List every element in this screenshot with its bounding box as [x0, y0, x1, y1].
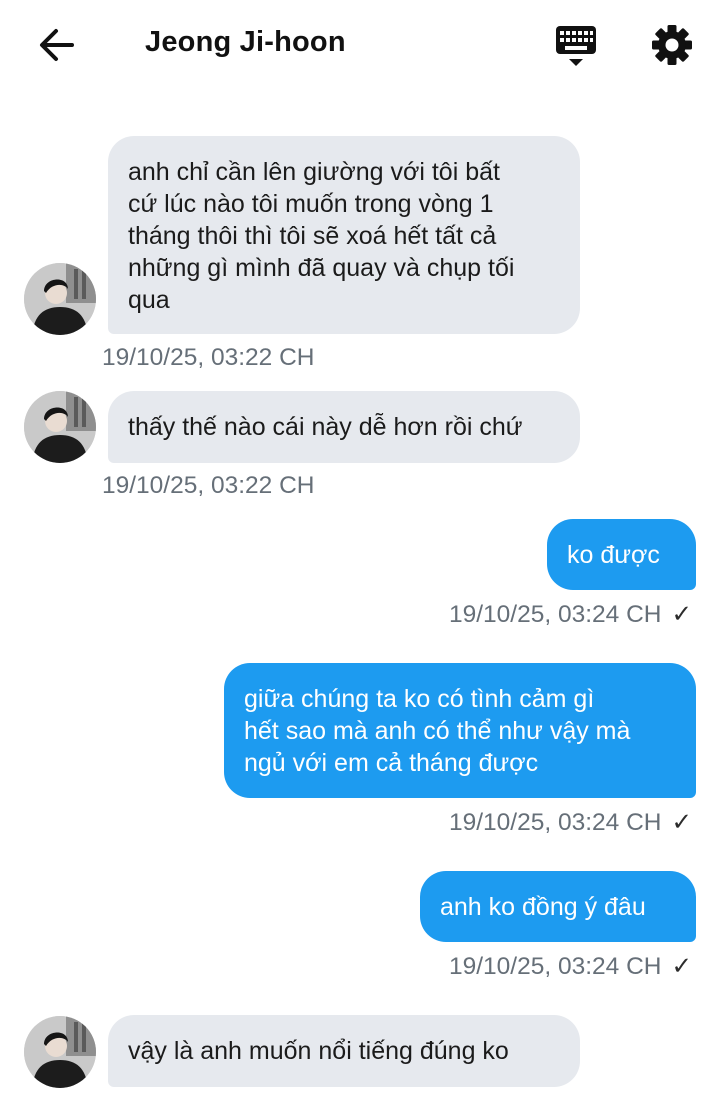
arrow-left-icon[interactable] [34, 22, 82, 68]
contact-avatar[interactable] [24, 1016, 96, 1088]
contact-avatar[interactable] [24, 263, 96, 335]
message-timestamp: 19/10/25, 03:24 CH ✓ [449, 807, 692, 837]
contact-avatar[interactable] [24, 391, 96, 463]
message-timestamp: 19/10/25, 03:22 CH [102, 472, 315, 499]
chat-header: Jeong Ji-hoon [0, 0, 720, 92]
outgoing-message-bubble[interactable]: giữa chúng ta ko có tình cảm gì hết sao … [224, 663, 696, 798]
keyboard-icon[interactable] [550, 20, 602, 70]
outgoing-message-bubble[interactable]: anh ko đồng ý đâu [420, 871, 696, 942]
incoming-message-bubble[interactable]: vậy là anh muốn nổi tiếng đúng ko [108, 1015, 580, 1087]
timestamp-text: 19/10/25, 03:24 CH [448, 953, 662, 980]
sent-check-icon: ✓ [671, 601, 692, 628]
sent-check-icon: ✓ [671, 809, 692, 836]
message-timestamp: 19/10/25, 03:24 CH ✓ [449, 951, 692, 981]
gear-icon[interactable] [646, 20, 698, 70]
incoming-message-bubble[interactable]: thấy thế nào cái này dễ hơn rồi chứ [108, 391, 580, 463]
timestamp-text: 19/10/25, 03:24 CH [448, 601, 662, 628]
contact-name[interactable]: Jeong Ji-hoon [145, 26, 346, 59]
incoming-message-bubble[interactable]: anh chỉ cần lên giường với tôi bất cứ lú… [108, 136, 580, 334]
sent-check-icon: ✓ [671, 953, 692, 980]
timestamp-text: 19/10/25, 03:24 CH [448, 809, 662, 836]
message-timestamp: 19/10/25, 03:24 CH ✓ [449, 599, 692, 629]
message-timestamp: 19/10/25, 03:22 CH [102, 344, 315, 371]
outgoing-message-bubble[interactable]: ko được [547, 519, 696, 590]
